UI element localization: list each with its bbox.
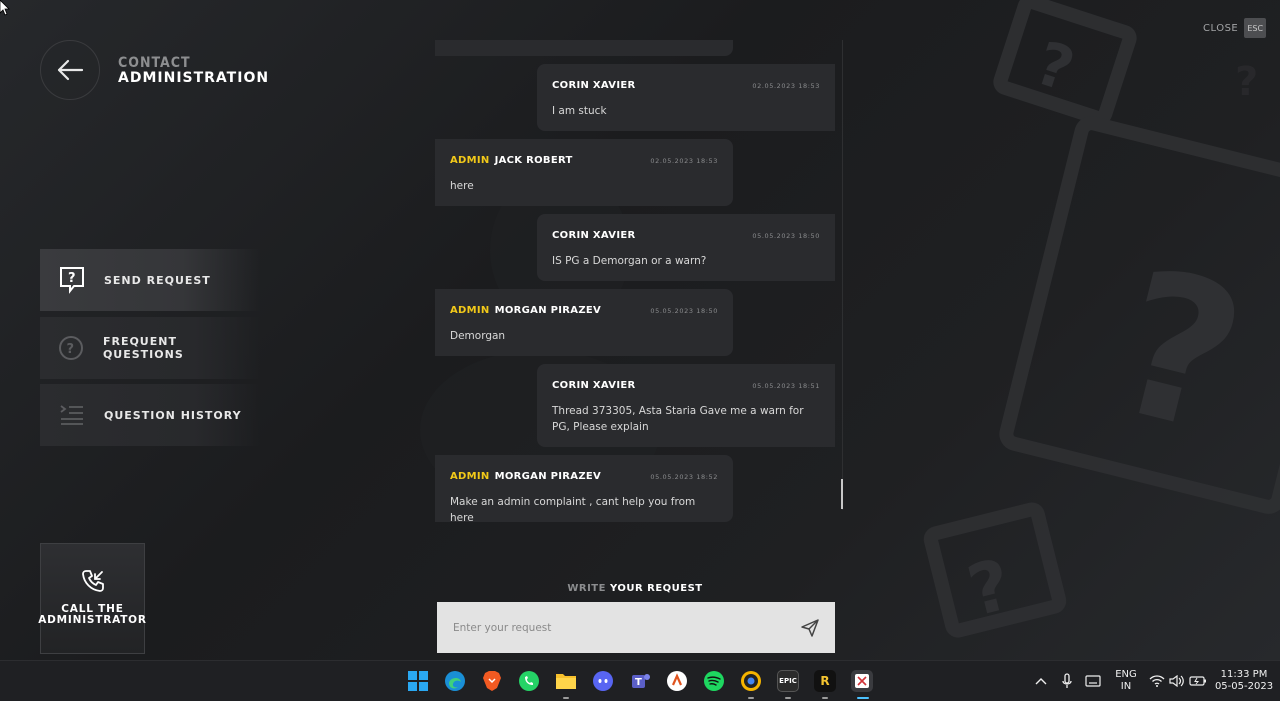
svg-text:?: ? <box>68 271 76 286</box>
message-text: Make an admin complaint , cant help you … <box>450 496 696 524</box>
menu-item-send-request[interactable]: ? SEND REQUEST <box>40 249 260 311</box>
notion-like-icon[interactable] <box>666 670 688 692</box>
message-bubble: ADMIN MORGAN PIRAZEV 05.05.2023 18:52 Mak… <box>435 455 733 524</box>
composer-label: WRITE YOUR REQUEST <box>567 583 703 594</box>
sender-name: MORGAN PIRAZEV <box>494 305 602 316</box>
sender-name: JACK ROBERT <box>494 155 573 166</box>
admin-tag: ADMIN <box>450 155 490 166</box>
message-bubble: ADMIN JACK ROBERT 02.05.2023 18:53 here <box>435 139 733 206</box>
svg-text:?: ? <box>1094 225 1263 479</box>
arrow-left-icon <box>57 59 84 81</box>
request-input-container <box>437 602 835 653</box>
message-timestamp: 05.05.2023 18:52 <box>650 473 718 481</box>
battery-icon[interactable] <box>1187 670 1209 692</box>
esc-key-badge: ESC <box>1244 18 1267 38</box>
svg-text:?: ? <box>1235 59 1258 105</box>
sender-name: MORGAN PIRAZEV <box>494 471 602 482</box>
sender-name: CORIN XAVIER <box>552 380 636 391</box>
clock[interactable]: 11:33 PM 05-05-2023 <box>1214 669 1274 693</box>
sender-name: CORIN XAVIER <box>552 230 636 241</box>
call-administrator-button[interactable]: CALL THE ADMINISTRATOR <box>38 543 147 654</box>
message-timestamp: 02.05.2023 18:53 <box>650 157 718 165</box>
page-title-prefix: CONTACT <box>118 55 191 71</box>
request-input[interactable] <box>453 621 773 634</box>
active-app-indicator <box>748 697 754 699</box>
microphone-icon[interactable] <box>1056 670 1078 692</box>
message-timestamp: 05.05.2023 18:50 <box>650 307 718 315</box>
menu-item-frequent-questions[interactable]: ? FREQUENT QUESTIONS <box>40 317 260 379</box>
page-title: ADMINISTRATION <box>118 70 270 86</box>
close-label: CLOSE <box>1203 22 1239 34</box>
send-icon <box>801 619 819 637</box>
message-bubble: ADMIN MORGAN PIRAZEV 05.05.2023 18:50 Dem… <box>435 289 733 356</box>
message-bubble-partial <box>435 40 733 56</box>
back-button[interactable] <box>40 40 100 100</box>
chrome-canary-icon[interactable] <box>740 670 762 692</box>
phone-incoming-icon <box>81 570 104 592</box>
admin-tag: ADMIN <box>450 471 490 482</box>
svg-text:?: ? <box>1027 28 1082 105</box>
message-timestamp: 05.05.2023 18:50 <box>752 232 820 240</box>
message-text: Thread 373305, Asta Staria Gave me a war… <box>552 405 804 433</box>
chat-scrollbar-thumb[interactable] <box>841 479 843 509</box>
question-circle-icon: ? <box>40 335 103 361</box>
volume-icon[interactable] <box>1166 670 1188 692</box>
snipping-tool-icon[interactable] <box>851 670 873 692</box>
svg-text:?: ? <box>960 543 1019 632</box>
menu-item-question-history[interactable]: QUESTION HISTORY <box>40 384 260 446</box>
chat-scroll-track[interactable] <box>842 40 843 510</box>
message-bubble: CORIN XAVIER 05.05.2023 18:50 IS PG a De… <box>537 214 835 281</box>
chevron-up-icon[interactable] <box>1030 670 1052 692</box>
teams-icon[interactable]: T <box>629 670 651 692</box>
call-administrator-label: CALL THE ADMINISTRATOR <box>38 603 147 626</box>
question-bubble-icon: ? <box>40 266 104 294</box>
mouse-cursor-icon <box>0 0 10 16</box>
active-app-indicator <box>857 697 869 699</box>
language-indicator[interactable]: ENG IN <box>1112 669 1140 693</box>
message-text: I am stuck <box>552 105 607 117</box>
admin-tag: ADMIN <box>450 305 490 316</box>
active-app-indicator <box>563 697 569 699</box>
menu-item-label: SEND REQUEST <box>104 273 211 287</box>
menu-item-label: FREQUENT QUESTIONS <box>102 335 184 361</box>
message-text: IS PG a Demorgan or a warn? <box>552 255 707 267</box>
start-icon[interactable] <box>407 670 429 692</box>
svg-text:?: ? <box>67 342 75 357</box>
discord-icon[interactable] <box>592 670 614 692</box>
svg-text:T: T <box>635 677 642 688</box>
menu-item-label: QUESTION HISTORY <box>104 408 242 422</box>
sender-name: CORIN XAVIER <box>552 80 636 91</box>
edge-icon[interactable] <box>444 670 466 692</box>
chat-history: CORIN XAVIER 02.05.2023 18:53 I am stuck… <box>435 40 840 560</box>
active-app-indicator <box>785 697 791 699</box>
send-button[interactable] <box>800 618 820 642</box>
message-bubble: CORIN XAVIER 05.05.2023 18:51 Thread 373… <box>537 364 835 447</box>
contact-administration-screen: ? ? ? ? CONTACT ADMINISTRATION CLOSE ESC… <box>0 0 1280 660</box>
whatsapp-icon[interactable] <box>518 670 540 692</box>
active-app-indicator <box>822 697 828 699</box>
message-timestamp: 02.05.2023 18:53 <box>752 82 820 90</box>
close-button[interactable]: CLOSE ESC <box>1203 18 1267 38</box>
brave-icon[interactable] <box>481 670 503 692</box>
epic-games-icon[interactable]: EPIC <box>777 670 799 692</box>
message-timestamp: 05.05.2023 18:51 <box>752 382 820 390</box>
message-text: Demorgan <box>450 330 506 342</box>
rockstar-icon[interactable]: R <box>814 670 836 692</box>
touch-keyboard-icon[interactable] <box>1082 670 1104 692</box>
spotify-icon[interactable] <box>703 670 725 692</box>
file-explorer-icon[interactable] <box>555 670 577 692</box>
windows-taskbar: T EPIC R ENG IN 11:33 PM 05-05-2023 <box>0 660 1280 701</box>
message-text: here <box>450 180 474 192</box>
wifi-icon[interactable] <box>1146 670 1168 692</box>
message-bubble: CORIN XAVIER 02.05.2023 18:53 I am stuck <box>537 64 835 131</box>
list-icon <box>40 404 104 426</box>
